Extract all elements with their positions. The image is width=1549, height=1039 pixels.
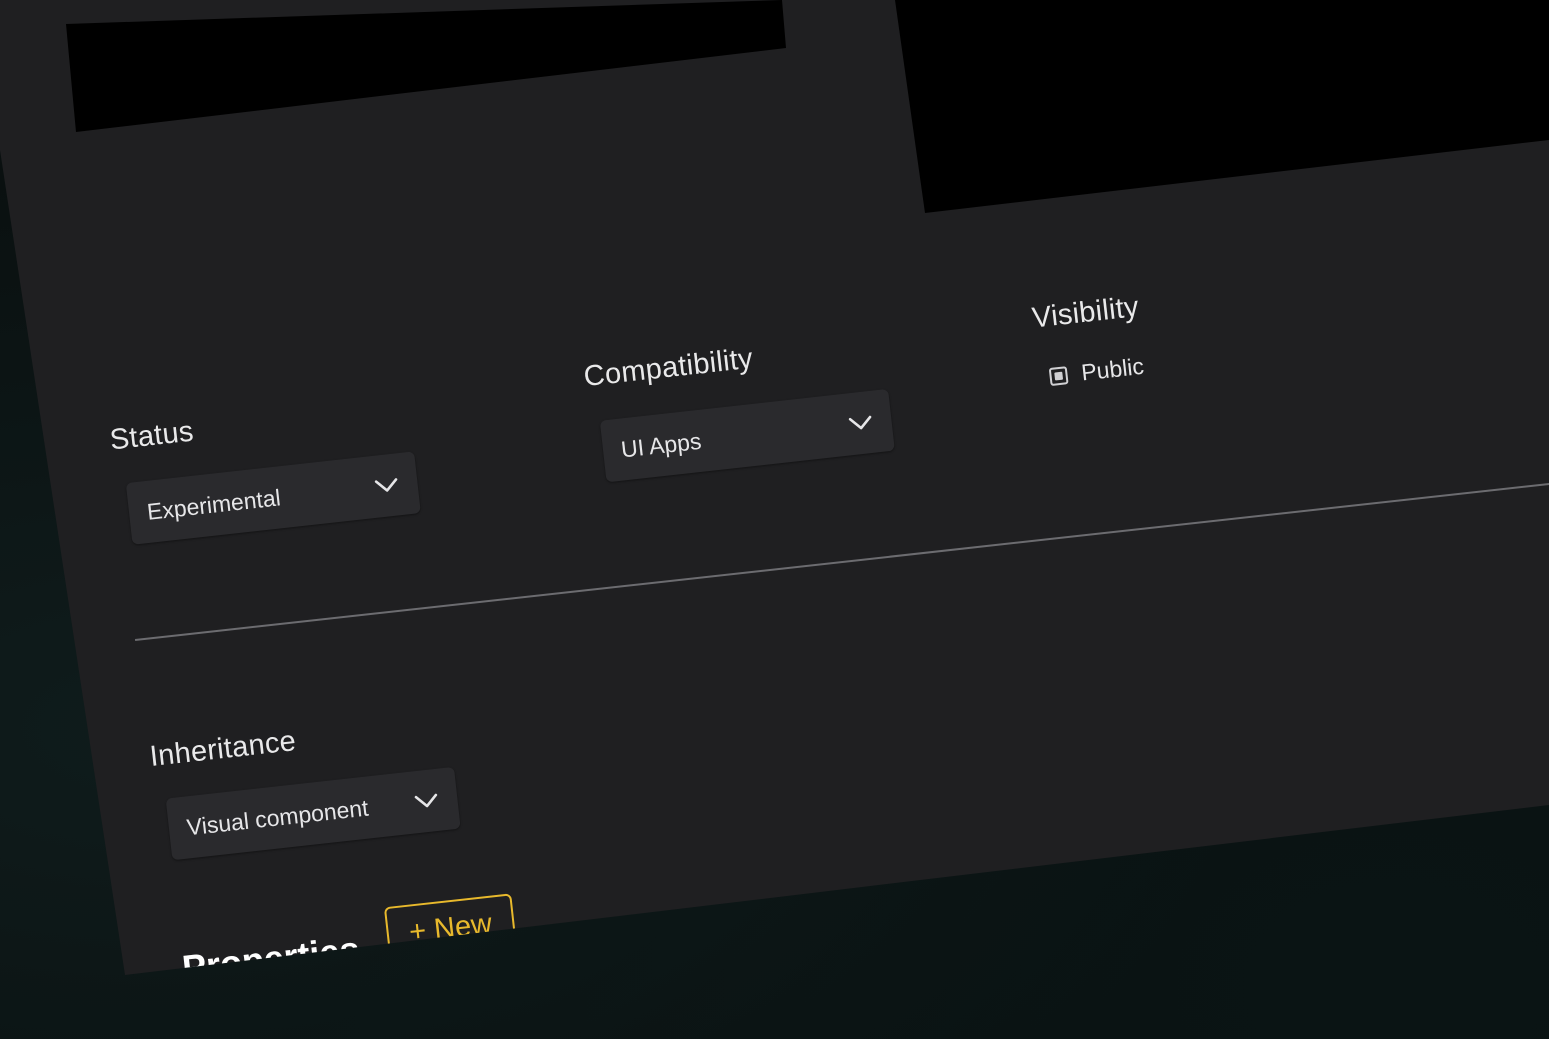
visibility-public-checkbox[interactable]: Public [1048,353,1145,390]
inheritance-select-value: Visual component [185,794,370,840]
checkbox-icon [1048,365,1069,386]
inheritance-select[interactable]: Visual component [165,766,461,861]
status-select-value: Experimental [145,483,282,525]
chevron-down-icon [413,792,441,811]
inheritance-label: Inheritance [148,725,298,774]
status-label: Status [108,415,196,457]
status-select[interactable]: Experimental [125,451,421,545]
visibility-label: Visibility [1030,290,1141,335]
chevron-down-icon [847,414,875,433]
compatibility-label: Compatibility [582,342,755,394]
chevron-down-icon [373,476,401,495]
compatibility-select[interactable]: UI Apps [599,388,895,483]
visibility-option-label: Public [1079,352,1146,386]
compatibility-select-value: UI Apps [619,427,703,462]
